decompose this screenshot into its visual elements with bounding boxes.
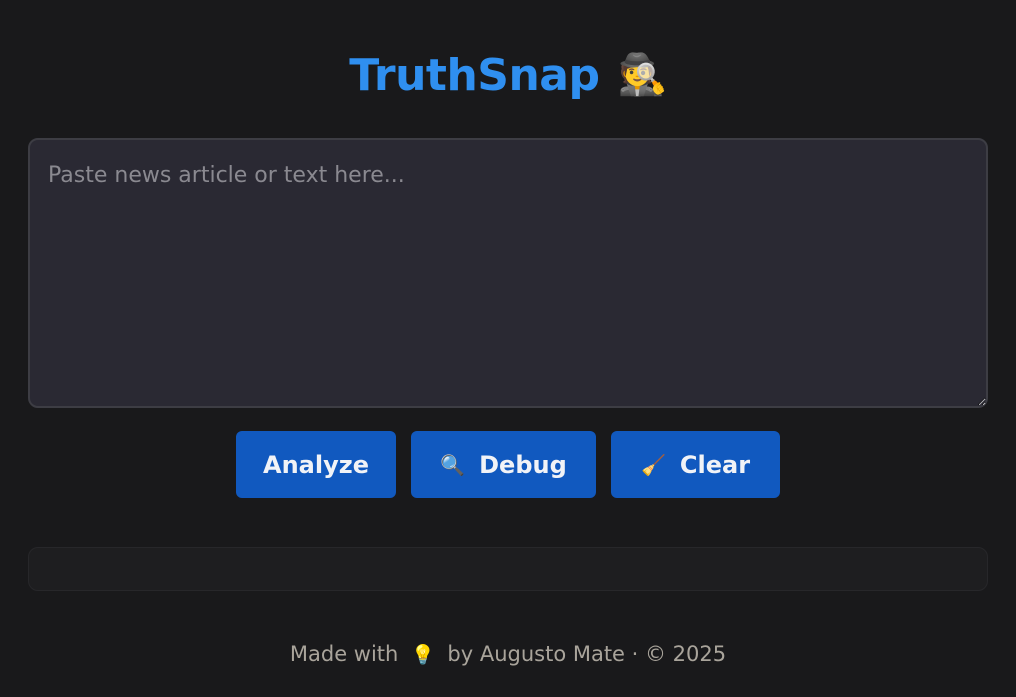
lightbulb-icon: 💡 (411, 644, 435, 666)
clear-button[interactable]: 🧹 Clear (611, 431, 780, 498)
footer: Made with 💡 by Augusto Mate · © 2025 (0, 638, 1016, 671)
action-buttons: Analyze 🔍 Debug 🧹 Clear (0, 431, 1016, 498)
debug-button[interactable]: 🔍 Debug (411, 431, 596, 498)
footer-made-with: Made with (289, 642, 399, 666)
analyze-button-label: Analyze (263, 450, 369, 479)
footer-author: by Augusto Mate · © 2025 (447, 642, 727, 666)
article-text-input[interactable] (28, 138, 988, 408)
clear-button-label: Clear (679, 450, 751, 479)
broom-icon: 🧹 (640, 452, 666, 477)
page-title: TruthSnap (349, 50, 600, 101)
page: TruthSnap 🕵️ Analyze 🔍 Debug 🧹 Clear Made… (0, 0, 1016, 697)
detective-icon: 🕵️ (617, 52, 667, 98)
app-header: TruthSnap 🕵️ (0, 44, 1016, 107)
magnifying-glass-icon: 🔍 (440, 452, 466, 477)
analyze-button[interactable]: Analyze (236, 431, 396, 498)
result-output-box (28, 547, 988, 591)
debug-button-label: Debug (479, 450, 567, 479)
text-input-container (28, 138, 988, 408)
